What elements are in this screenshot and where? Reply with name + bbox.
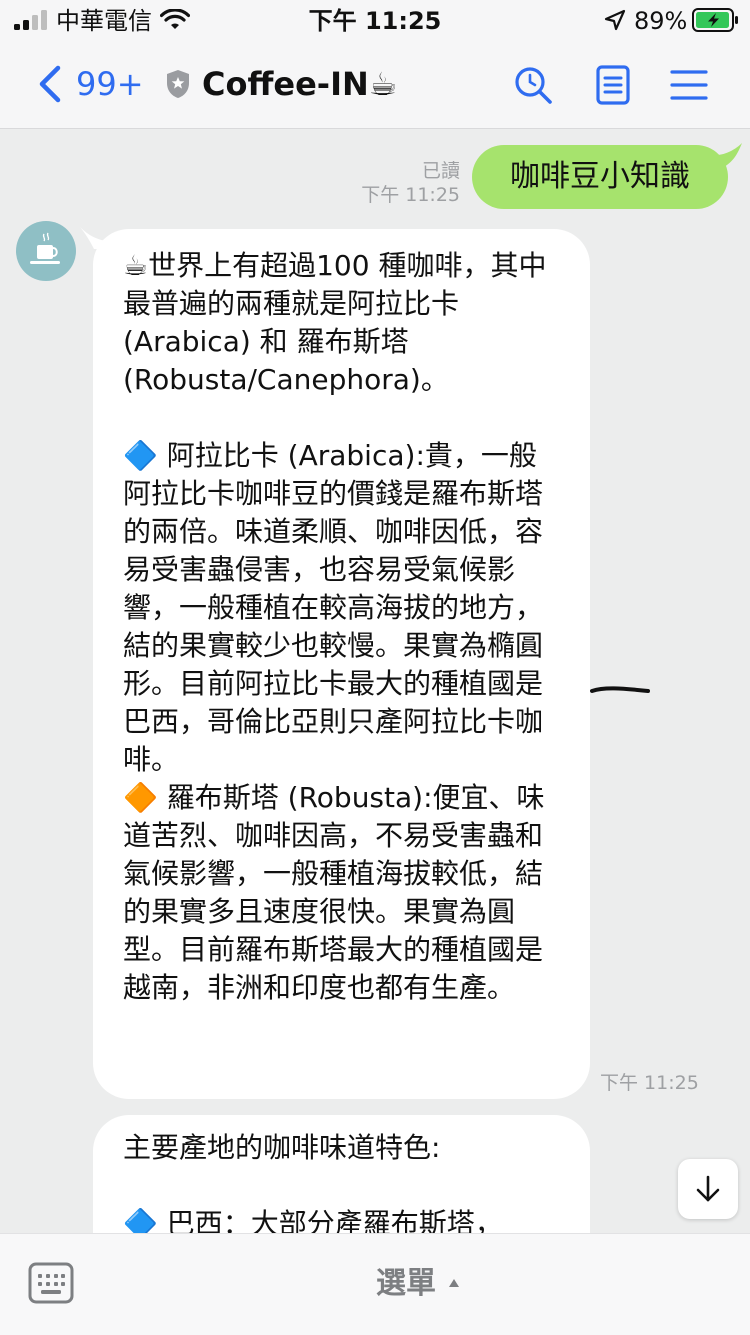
shield-icon	[167, 70, 189, 98]
battery-percent: 89%	[634, 7, 688, 35]
back-chevron-icon	[39, 65, 61, 103]
chat-messages[interactable]: 已讀 下午 11:25 咖啡豆小知識 ☕世界上有超過100 種咖啡，其中最普遍的…	[0, 129, 750, 1233]
back-button[interactable]: 99+	[34, 60, 154, 108]
search-icon[interactable]	[512, 64, 554, 106]
outgoing-time: 下午 11:25	[361, 184, 460, 206]
bottom-menu-bar: 選單	[0, 1233, 750, 1335]
chat-title[interactable]: Coffee-IN☕	[202, 62, 397, 106]
keyboard-icon[interactable]	[28, 1262, 74, 1304]
incoming-message-bubble[interactable]: ☕世界上有超過100 種咖啡，其中最普遍的兩種就是阿拉比卡 (Arabica) …	[93, 229, 590, 1099]
avatar[interactable]	[16, 221, 76, 281]
caret-up-icon	[449, 1279, 459, 1287]
status-bar: 中華電信 下午 11:25 89%	[0, 0, 750, 42]
location-arrow-icon	[604, 9, 626, 31]
incoming-time: 下午 11:25	[600, 1072, 699, 1094]
read-receipt: 已讀	[421, 160, 460, 182]
coffee-cup-icon	[30, 232, 60, 264]
menu-label: 選單	[376, 1266, 436, 1301]
outgoing-message-bubble[interactable]: 咖啡豆小知識	[472, 145, 728, 209]
battery-charging-icon	[692, 8, 738, 32]
menu-toggle-button[interactable]: 選單	[340, 1262, 480, 1306]
scroll-to-bottom-button[interactable]	[678, 1159, 738, 1219]
incoming-message-bubble-2[interactable]: 主要產地的咖啡味道特色: 🔷 巴西：大部分產羅布斯塔，	[93, 1115, 590, 1233]
incoming-message-text: ☕世界上有超過100 種咖啡，其中最普遍的兩種就是阿拉比卡 (Arabica) …	[123, 249, 547, 1004]
screen-mark	[590, 686, 650, 693]
notes-icon[interactable]	[592, 64, 634, 106]
outgoing-message-text: 咖啡豆小知識	[510, 159, 690, 194]
outgoing-meta: 已讀 下午 11:25	[360, 159, 460, 207]
incoming-message-text-2: 主要產地的咖啡味道特色: 🔷 巴西：大部分產羅布斯塔，	[123, 1131, 503, 1233]
unread-count: 99+	[76, 65, 144, 103]
arrow-down-icon	[696, 1175, 720, 1202]
menu-icon[interactable]	[668, 64, 710, 106]
chat-header: 99+ Coffee-IN☕	[0, 42, 750, 129]
